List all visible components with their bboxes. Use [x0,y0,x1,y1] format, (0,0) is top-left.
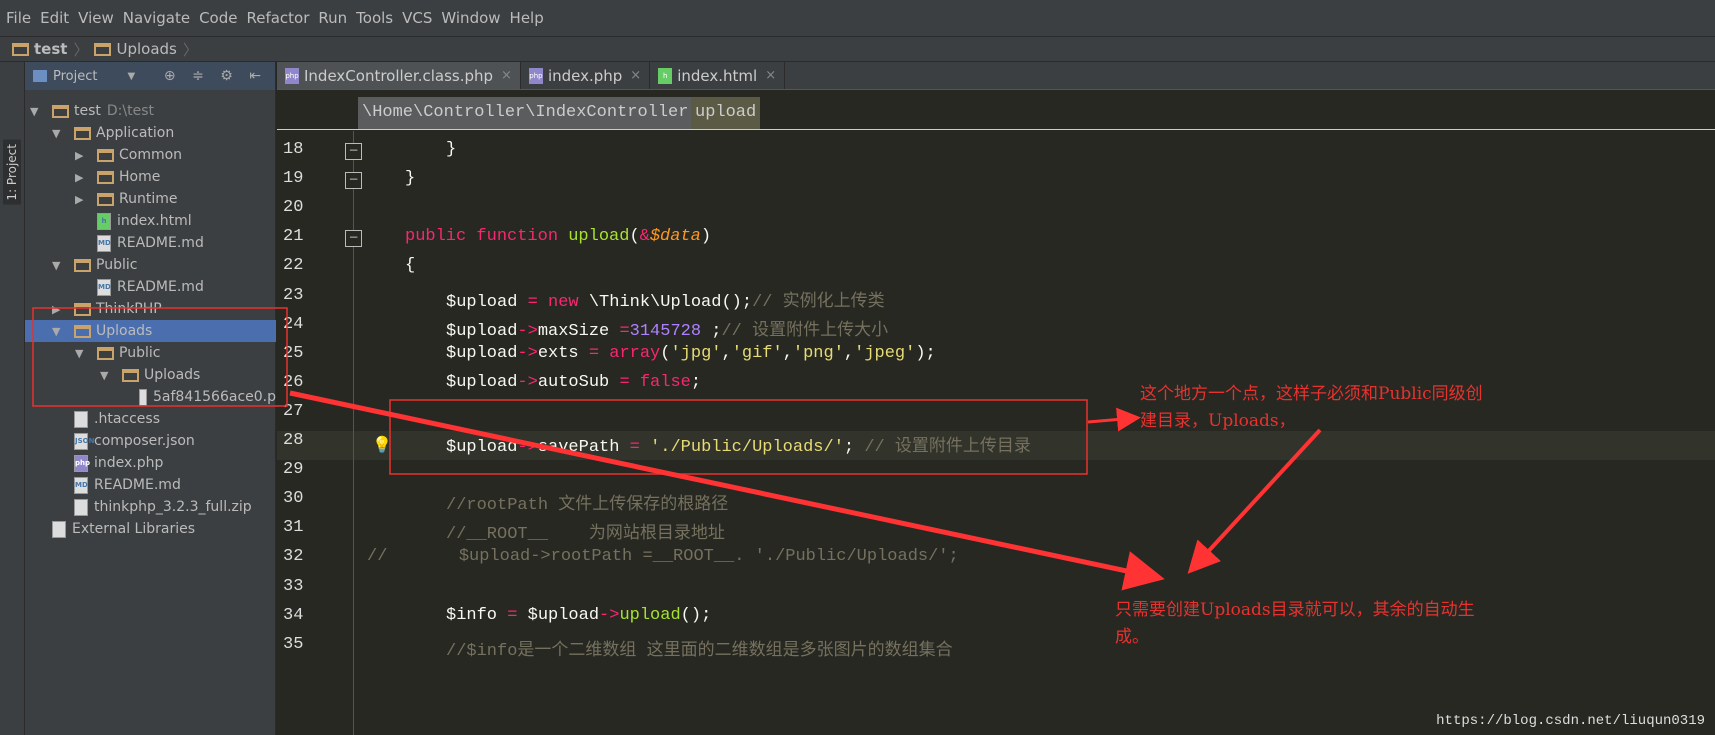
fold-marker-icon[interactable]: − [345,143,362,160]
annotation-arrow [1087,407,1141,432]
annotation-box-tree [32,307,288,407]
note-line: 成。 [1115,627,1149,647]
annotation-note-2: 只需要创建Uploads目录就可以，其余的自动生 成。 [1115,597,1475,651]
annotation-arrow [1187,428,1322,574]
fold-marker-icon[interactable]: − [345,230,362,248]
note-line: 只需要创建Uploads目录就可以，其余的自动生 [1115,600,1475,620]
note-line: 建目录，Uploads， [1140,411,1296,431]
annotation-arrow [289,390,1165,591]
watermark: https://blog.csdn.net/liuqun0319 [1436,713,1705,729]
note-line: 这个地方一个点，这样子必须和Public同级创 [1140,384,1483,404]
annotation-note-1: 这个地方一个点，这样子必须和Public同级创 建目录，Uploads， [1140,381,1483,435]
fold-marker-icon[interactable]: − [345,172,362,190]
